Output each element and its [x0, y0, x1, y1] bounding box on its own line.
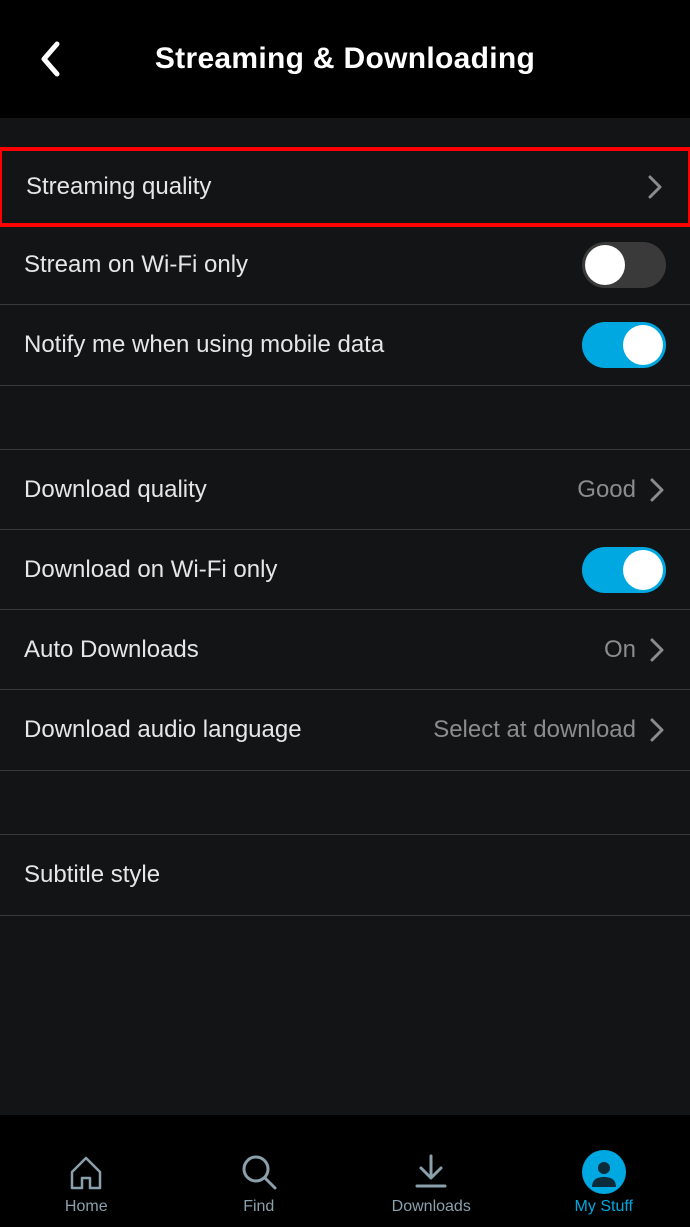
- download-audio-language-row[interactable]: Download audio language Select at downlo…: [0, 690, 690, 770]
- subtitles-section: Subtitle style: [0, 834, 690, 915]
- tab-home-label: Home: [65, 1198, 108, 1216]
- auto-downloads-label: Auto Downloads: [24, 636, 199, 664]
- home-icon: [66, 1150, 106, 1194]
- subtitle-style-row[interactable]: Subtitle style: [0, 835, 690, 915]
- page-title: Streaming & Downloading: [20, 42, 670, 76]
- settings-content: Streaming quality Stream on Wi-Fi only N…: [0, 118, 690, 1115]
- auto-downloads-value: On: [604, 636, 636, 664]
- tab-find-label: Find: [243, 1198, 274, 1216]
- back-button[interactable]: [30, 39, 70, 79]
- search-icon: [239, 1150, 279, 1194]
- download-quality-row[interactable]: Download quality Good: [0, 450, 690, 530]
- chevron-right-icon: [648, 173, 664, 201]
- streaming-quality-row[interactable]: Streaming quality: [0, 147, 690, 227]
- stream-wifi-only-row[interactable]: Stream on Wi-Fi only: [0, 225, 690, 305]
- tab-find[interactable]: Find: [173, 1150, 346, 1216]
- auto-downloads-row[interactable]: Auto Downloads On: [0, 610, 690, 690]
- streaming-quality-label: Streaming quality: [26, 173, 211, 201]
- stream-wifi-only-label: Stream on Wi-Fi only: [24, 251, 248, 279]
- tab-downloads-label: Downloads: [392, 1198, 471, 1216]
- download-audio-language-value: Select at download: [433, 716, 636, 744]
- download-wifi-only-row[interactable]: Download on Wi-Fi only: [0, 530, 690, 610]
- avatar-icon: [582, 1150, 626, 1194]
- tab-home[interactable]: Home: [0, 1150, 173, 1216]
- download-wifi-only-toggle[interactable]: [582, 547, 666, 593]
- chevron-right-icon: [650, 716, 666, 744]
- tab-bar: Home Find Downloads My Stuff: [0, 1135, 690, 1227]
- tab-my-stuff[interactable]: My Stuff: [518, 1150, 690, 1216]
- download-icon: [411, 1150, 451, 1194]
- mobile-data-notify-label: Notify me when using mobile data: [24, 331, 384, 359]
- header: Streaming & Downloading: [0, 0, 690, 118]
- download-quality-label: Download quality: [24, 476, 207, 504]
- subtitle-style-label: Subtitle style: [24, 861, 160, 889]
- chevron-left-icon: [39, 41, 61, 77]
- tab-my-stuff-label: My Stuff: [575, 1198, 633, 1216]
- chevron-right-icon: [650, 636, 666, 664]
- streaming-section: Streaming quality Stream on Wi-Fi only N…: [0, 148, 690, 385]
- download-quality-value: Good: [577, 476, 636, 504]
- tab-downloads[interactable]: Downloads: [345, 1150, 518, 1216]
- download-wifi-only-label: Download on Wi-Fi only: [24, 556, 277, 584]
- download-audio-language-label: Download audio language: [24, 716, 302, 744]
- chevron-right-icon: [650, 476, 666, 504]
- stream-wifi-only-toggle[interactable]: [582, 242, 666, 288]
- mobile-data-notify-toggle[interactable]: [582, 322, 666, 368]
- mobile-data-notify-row[interactable]: Notify me when using mobile data: [0, 305, 690, 385]
- downloading-section: Download quality Good Download on Wi-Fi …: [0, 449, 690, 770]
